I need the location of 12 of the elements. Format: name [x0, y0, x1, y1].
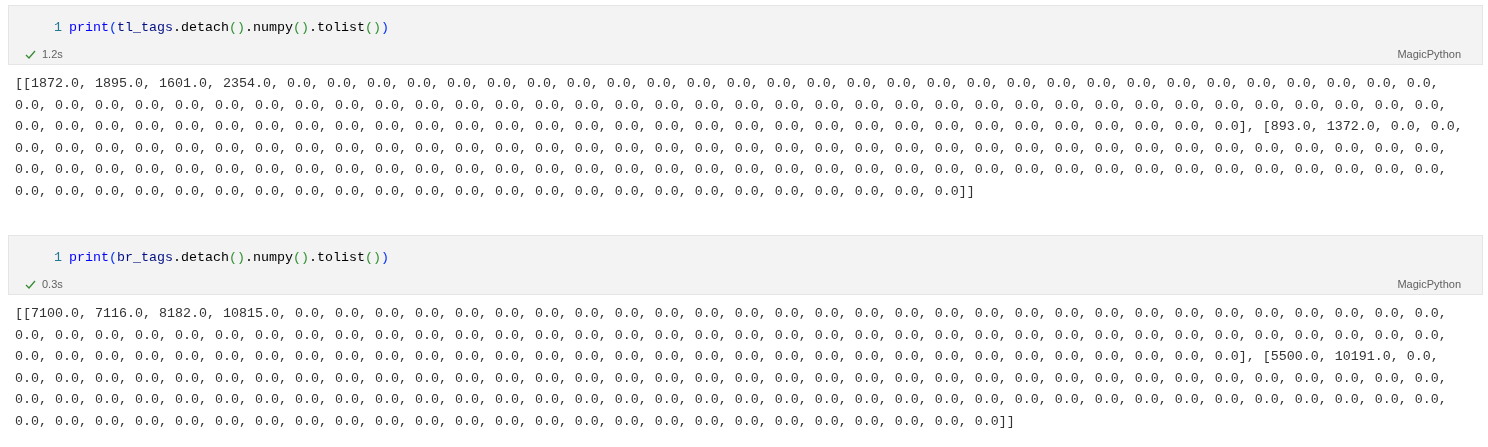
code-cell[interactable]: 1 print(br_tags.detach().numpy().tolist()) 0.3s MagicPython	[8, 235, 1483, 295]
code-cell[interactable]: 1 print(tl_tags.detach().numpy().tolist()) 1.2s MagicPython	[8, 5, 1483, 65]
code-line[interactable]: print(tl_tags.detach().numpy().tolist())	[69, 18, 389, 38]
line-number: 1	[53, 19, 63, 37]
cell-output: [[1872.0, 1895.0, 1601.0, 2354.0, 0.0, 0.0, 0.0, 0.0, 0.0, 0.0, 0.0, 0.0, 0.0, 0.0, 0.0, 0.0, 0.0, 0.0, 0.0, 0.0, 0.0, 0.0, 0.0, 0.0, 0.0, 0.0, 0.0, 0.0, 0.0, 0.0, 0.0, 0.0, 0.0, 0.0, 0.0, 0.0, 0.0, 0.0, 0.0, 0.0, 0.0, 0.0, 0.0, 0.0, 0.0, 0.0, 0.0, 0.0, 0.0, 0.0, 0.0, 0.0, 0.0, 0.0, 0.0, 0.0, 0.0, 0.0, 0.0, 0.0, 0.0, 0.0, 0.0, 0.0, 0.0, 0.0, 0.0, 0.0, 0.0, 0.0, 0.0, 0.0, 0.0, 0.0, 0.0, 0.0, 0.0, 0.0, 0.0, 0.0, 0.0, 0.0, 0.0, 0.0, 0.0, 0.0, 0.0, 0.0, 0.0, 0.0, 0.0, 0.0, 0.0, 0.0, 0.0, 0.0, 0.0, 0.0, 0.0, 0.0], [893.0, 1372.0, 0.0, 0.0, 0.0, 0.0, 0.0, 0.0, 0.0, 0.0, 0.0, 0.0, 0.0, 0.0, 0.0, 0.0, 0.0, 0.0, 0.0, 0.0, 0.0, 0.0, 0.0, 0.0, 0.0, 0.0, 0.0, 0.0, 0.0, 0.0, 0.0, 0.0, 0.0, 0.0, 0.0, 0.0, 0.0, 0.0, 0.0, 0.0, 0.0, 0.0, 0.0, 0.0, 0.0, 0.0, 0.0, 0.0, 0.0, 0.0, 0.0, 0.0, 0.0, 0.0, 0.0, 0.0, 0.0, 0.0, 0.0, 0.0, 0.0, 0.0, 0.0, 0.0, 0.0, 0.0, 0.0, 0.0, 0.0, 0.0, 0.0, 0.0, 0.0, 0.0, 0.0, 0.0, 0.0, 0.0, 0.0, 0.0, 0.0, 0.0, 0.0, 0.0, 0.0, 0.0, 0.0, 0.0, 0.0, 0.0, 0.0, 0.0, 0.0, 0.0, 0.0, 0.0, 0.0, 0.0, 0.0, 0.0]]	[14, 75, 1464, 201]
language-label[interactable]: MagicPython	[1397, 45, 1466, 63]
execution-time: 1.2s	[42, 46, 63, 62]
cell-output: [[7100.0, 7116.0, 8182.0, 10815.0, 0.0, 0.0, 0.0, 0.0, 0.0, 0.0, 0.0, 0.0, 0.0, 0.0, 0.0, 0.0, 0.0, 0.0, 0.0, 0.0, 0.0, 0.0, 0.0, 0.0, 0.0, 0.0, 0.0, 0.0, 0.0, 0.0, 0.0, 0.0, 0.0, 0.0, 0.0, 0.0, 0.0, 0.0, 0.0, 0.0, 0.0, 0.0, 0.0, 0.0, 0.0, 0.0, 0.0, 0.0, 0.0, 0.0, 0.0, 0.0, 0.0, 0.0, 0.0, 0.0, 0.0, 0.0, 0.0, 0.0, 0.0, 0.0, 0.0, 0.0, 0.0, 0.0, 0.0, 0.0, 0.0, 0.0, 0.0, 0.0, 0.0, 0.0, 0.0, 0.0, 0.0, 0.0, 0.0, 0.0, 0.0, 0.0, 0.0, 0.0, 0.0, 0.0, 0.0, 0.0, 0.0, 0.0, 0.0, 0.0, 0.0, 0.0, 0.0, 0.0, 0.0, 0.0, 0.0, 0.0], [5500.0, 10191.0, 0.0, 0.0, 0.0, 0.0, 0.0, 0.0, 0.0, 0.0, 0.0, 0.0, 0.0, 0.0, 0.0, 0.0, 0.0, 0.0, 0.0, 0.0, 0.0, 0.0, 0.0, 0.0, 0.0, 0.0, 0.0, 0.0, 0.0, 0.0, 0.0, 0.0, 0.0, 0.0, 0.0, 0.0, 0.0, 0.0, 0.0, 0.0, 0.0, 0.0, 0.0, 0.0, 0.0, 0.0, 0.0, 0.0, 0.0, 0.0, 0.0, 0.0, 0.0, 0.0, 0.0, 0.0, 0.0, 0.0, 0.0, 0.0, 0.0, 0.0, 0.0, 0.0, 0.0, 0.0, 0.0, 0.0, 0.0, 0.0, 0.0, 0.0, 0.0, 0.0, 0.0, 0.0, 0.0, 0.0, 0.0, 0.0, 0.0, 0.0, 0.0, 0.0, 0.0, 0.0, 0.0, 0.0, 0.0, 0.0, 0.0, 0.0, 0.0, 0.0, 0.0, 0.0, 0.0, 0.0, 0.0, 0.0]]	[14, 305, 1448, 431]
language-label[interactable]: MagicPython	[1397, 275, 1466, 293]
execution-time: 0.3s	[42, 276, 63, 292]
line-number: 1	[53, 249, 63, 267]
code-line[interactable]: print(br_tags.detach().numpy().tolist())	[69, 248, 389, 268]
